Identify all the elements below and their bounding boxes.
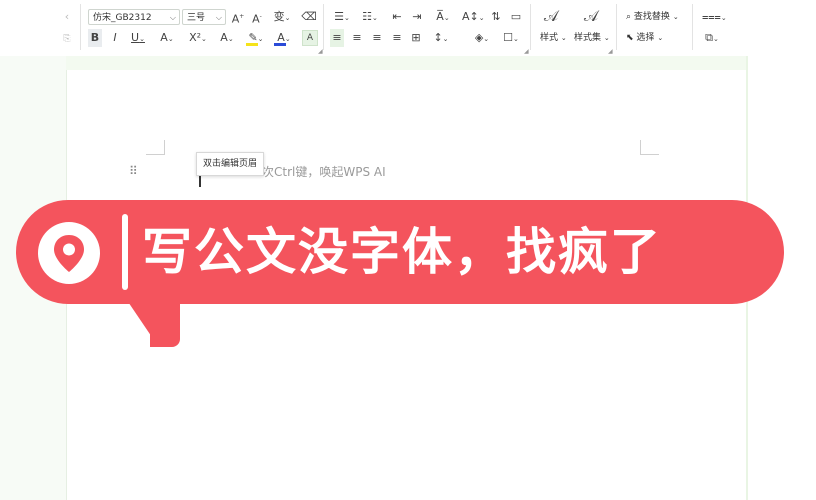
find-replace-label: 查找替换 <box>633 12 670 22</box>
banner-caption: 写公文没字体，找疯了 <box>142 223 662 281</box>
separator <box>530 4 531 50</box>
group-launcher-icon[interactable]: ◢ <box>524 48 529 55</box>
font-size-value: 三号 <box>187 13 206 23</box>
font-name-value: 仿宋_GB2312 <box>93 13 152 23</box>
font-size-select[interactable]: 三号 ⌵ <box>182 9 226 25</box>
shading-button[interactable]: ◈⌄ <box>471 29 493 47</box>
find-replace-button[interactable]: ⌕ 查找替换 ⌄ <box>626 9 679 25</box>
separator <box>616 4 617 50</box>
text-box-icon[interactable]: ⩶⌄ <box>702 8 727 26</box>
highlight-color-bar <box>246 43 258 46</box>
banner-tail-body <box>150 300 180 347</box>
superscript-button[interactable]: X²⌄ <box>186 29 210 47</box>
decrease-font-icon[interactable]: A- <box>250 8 264 26</box>
text-effect-button[interactable]: A⌄ <box>216 29 238 47</box>
ribbon-toolbar: ‹ ⎘ 仿宋_GB2312 ⌵ 三号 ⌵ A+ A- 变⌄ ⌫ B I U⌄ A… <box>0 0 816 57</box>
undo-icon[interactable]: ‹ <box>62 8 72 26</box>
style-icon[interactable]: 𝒜 <box>542 7 560 25</box>
header-tooltip: 双击编辑页眉 <box>196 152 265 176</box>
align-left-button[interactable]: ≡ <box>330 29 344 47</box>
page-top-gap <box>66 56 746 70</box>
bold-button[interactable]: B <box>88 29 102 47</box>
font-name-select[interactable]: 仿宋_GB2312 ⌵ <box>88 9 180 25</box>
ai-hint-text: 次Ctrl键，唤起WPS AI <box>262 165 386 179</box>
increase-font-icon[interactable]: A+ <box>231 8 245 26</box>
style-label: 样式 <box>540 33 559 43</box>
underline-button[interactable]: U⌄ <box>128 29 148 47</box>
banner-divider <box>122 214 128 290</box>
location-pin-svg <box>54 235 84 272</box>
chevron-down-icon: ⌵ <box>169 13 176 22</box>
decrease-indent-icon[interactable]: ⇤ <box>390 8 404 26</box>
separator <box>323 4 324 50</box>
group-launcher-icon[interactable]: ◢ <box>608 48 613 55</box>
separator <box>692 4 693 50</box>
border-button[interactable]: ☐⌄ <box>500 29 522 47</box>
location-pin-icon <box>38 222 100 284</box>
format-painter-icon[interactable]: ⎘ <box>62 30 72 48</box>
text-direction-icon[interactable]: A↕⌄ <box>462 8 485 26</box>
numbered-list-icon[interactable]: ☷⌄ <box>360 8 380 26</box>
style-set-label: 样式集 <box>574 33 602 43</box>
character-shading-button[interactable]: A <box>302 30 318 46</box>
show-marks-icon[interactable]: ▭ <box>508 8 524 26</box>
style-button[interactable]: 样式 ⌄ <box>540 30 567 46</box>
align-center-button[interactable]: ≡ <box>350 29 364 47</box>
margin-corner-mark <box>640 140 659 155</box>
select-label: 选择 <box>636 33 655 43</box>
group-launcher-icon[interactable]: ◢ <box>318 48 323 55</box>
chevron-down-icon: ⌵ <box>215 13 222 22</box>
justify-button[interactable]: ≡ <box>390 29 404 47</box>
increase-indent-icon[interactable]: ⇥ <box>410 8 424 26</box>
style-set-button[interactable]: 样式集 ⌄ <box>574 30 610 46</box>
phonetic-guide-icon[interactable]: 变⌄ <box>271 8 293 26</box>
align-right-button[interactable]: ≡ <box>370 29 384 47</box>
margin-corner-mark <box>146 140 165 155</box>
search-icon: ⌕ <box>626 12 632 22</box>
paragraph-drag-handle-icon[interactable]: ⠿ <box>129 164 139 178</box>
select-button[interactable]: ⬉ 选择 ⌄ <box>626 30 663 46</box>
italic-button[interactable]: I <box>108 29 122 47</box>
font-color-button[interactable]: A⌄ <box>272 29 296 47</box>
highlight-button[interactable]: ✎⌄ <box>244 29 268 47</box>
clear-format-icon[interactable]: ⌫ <box>301 8 317 26</box>
strikethrough-button[interactable]: A⌄ <box>156 29 178 47</box>
line-spacing-button[interactable]: ↕⌄ <box>430 29 452 47</box>
cursor-select-icon: ⬉ <box>626 33 634 43</box>
bullet-list-icon[interactable]: ☰⌄ <box>332 8 352 26</box>
chinese-layout-icon[interactable]: A̅⌄ <box>432 8 454 26</box>
distributed-align-button[interactable]: ⊞ <box>408 29 424 47</box>
font-color-bar <box>274 43 286 46</box>
style-set-icon[interactable]: 𝒜 <box>582 7 600 25</box>
separator <box>80 4 81 50</box>
shapes-icon[interactable]: ⧉⌄ <box>702 29 722 47</box>
sort-icon[interactable]: ⇅ <box>489 8 503 26</box>
